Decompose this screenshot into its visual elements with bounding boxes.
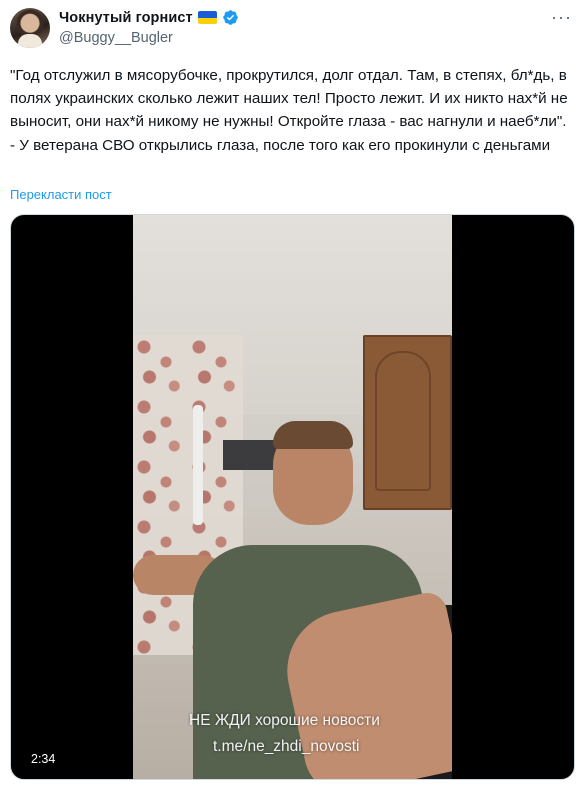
author-handle[interactable]: @Buggy__Bugler — [59, 30, 173, 46]
author-display-name[interactable]: Чокнутый горнист — [59, 10, 193, 26]
avatar-collar — [18, 34, 42, 48]
tweet-text: "Год отслужил в мясорубочке, прокрутился… — [10, 67, 572, 154]
verified-badge-icon — [222, 10, 238, 25]
video-player[interactable]: НЕ ЖДИ хорошие новости t.me/ne_zhdi_novo… — [10, 214, 575, 780]
ukraine-flag-icon — [197, 11, 217, 24]
tweet-header: Чокнутый горнист @Buggy__Bugler ··· — [10, 8, 575, 52]
more-horizontal-icon[interactable]: ··· — [551, 8, 572, 26]
video-frame — [133, 215, 452, 779]
video-watermark-title: НЕ ЖДИ хорошие новости — [189, 712, 380, 729]
video-bg-pipe — [193, 405, 203, 525]
video-duration-badge: 2:34 — [25, 750, 62, 768]
video-person-hair — [273, 421, 353, 449]
video-bg-cabinet — [363, 335, 452, 510]
video-watermark-url: t.me/ne_zhdi_novosti — [213, 738, 360, 755]
author-avatar[interactable] — [10, 8, 50, 48]
translate-post-link[interactable]: Перекласти пост — [10, 187, 112, 202]
author-name-row: Чокнутый горнист — [59, 9, 239, 26]
